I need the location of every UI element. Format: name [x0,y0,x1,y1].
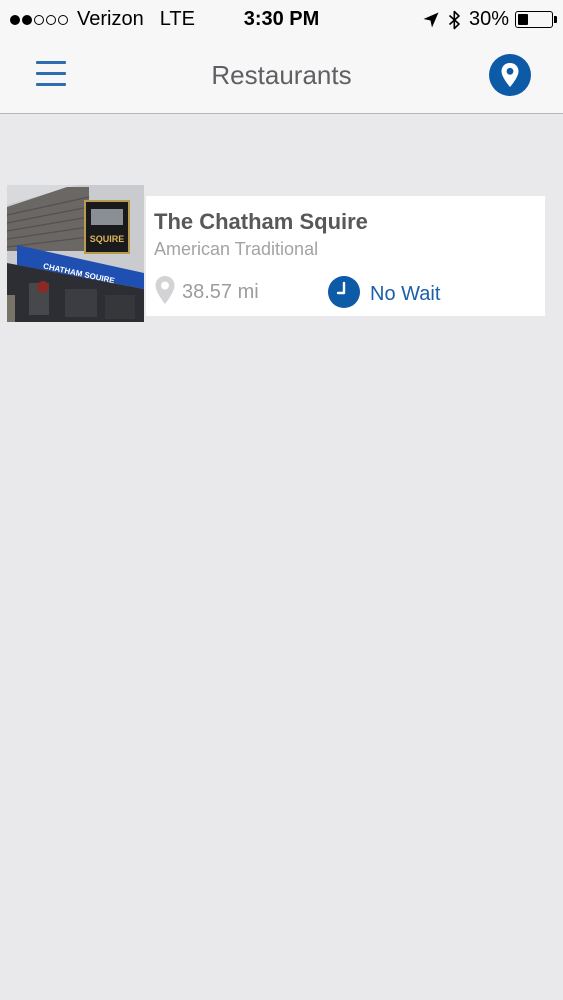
location-arrow-icon [422,11,440,29]
bluetooth-icon [448,9,461,31]
navigation-bar: Restaurants [0,40,563,114]
restaurants-screen: Verizon LTE 3:30 PM 30% Restaurants SQUI… [0,0,563,1000]
wait-text: No Wait [370,283,441,305]
restaurant-name: The Chatham Squire [154,209,368,234]
sign-text: SQUIRE [90,234,125,244]
battery-icon [515,11,557,28]
distance-text: 38.57 mi [182,281,259,303]
map-pin-icon[interactable] [489,54,531,96]
restaurant-list-item[interactable]: SQUIRE CHATHAM SQUIRE The Chatham Squire… [7,185,545,322]
battery-percentage: 30% [468,8,509,30]
page-title: Restaurants [211,60,352,90]
restaurant-distance: 38.57 mi [154,275,259,310]
status-bar-right: 30% [422,8,557,31]
restaurant-photo: SQUIRE CHATHAM SQUIRE [7,185,144,322]
wait-status[interactable]: No Wait [328,276,440,313]
location-pin-icon [154,275,176,310]
restaurant-info-card[interactable]: The Chatham Squire American Traditional … [146,196,545,316]
clock-icon [328,276,360,313]
battery-level [518,14,528,25]
status-bar: Verizon LTE 3:30 PM 30% [0,0,563,40]
restaurant-cuisine: American Traditional [154,239,319,259]
